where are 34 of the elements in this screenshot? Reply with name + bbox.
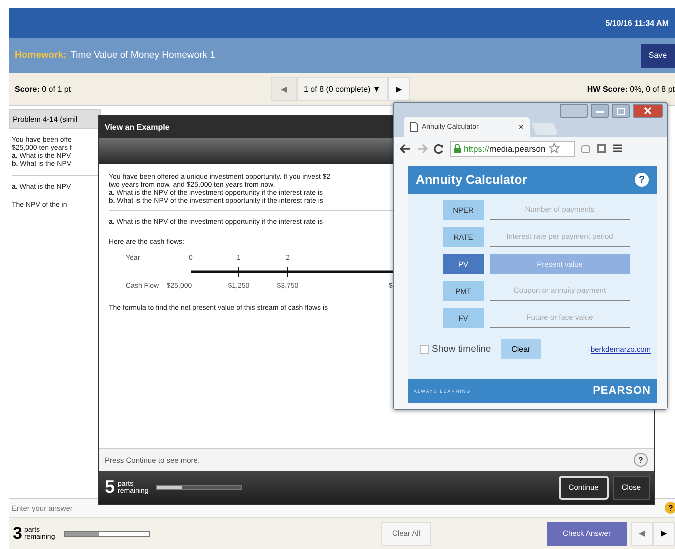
score-text: Score: 0 of 1 pt [15, 84, 72, 94]
close-icon[interactable] [633, 104, 663, 118]
help-icon[interactable]: ? [634, 453, 648, 467]
menu-icon[interactable] [613, 144, 622, 153]
parts-count: 3 [13, 524, 22, 544]
brand-name: PEARSON [593, 385, 651, 397]
lock-icon [454, 144, 461, 153]
calculator-title: Annuity Calculator [416, 173, 528, 187]
question-selector[interactable]: 1 of 8 (0 complete) ▼ [297, 77, 388, 101]
close-tab-icon[interactable]: × [518, 122, 524, 132]
parts-count: 5 [105, 477, 116, 498]
checkbox[interactable] [420, 344, 429, 354]
save-button[interactable]: Save [641, 44, 675, 68]
next-question-button[interactable]: ▶ [388, 77, 410, 101]
help-icon[interactable]: ? [635, 173, 649, 187]
previous-question-button[interactable]: ◀ [271, 77, 297, 101]
minimize-icon[interactable] [591, 104, 609, 118]
clear-button[interactable]: Clear [501, 339, 542, 359]
homework-score: HW Score: 0%, 0 of 8 pt [587, 84, 675, 94]
page-icon [410, 122, 418, 132]
help-icon[interactable]: ? [665, 502, 675, 514]
back-icon[interactable] [400, 144, 411, 154]
address-bar[interactable]: https://media.pearson [450, 140, 575, 156]
previous-button[interactable]: ◀ [631, 522, 653, 546]
dialog-title: View an Example [105, 122, 170, 132]
reload-icon[interactable] [434, 144, 444, 154]
checkbox-label[interactable]: Show timeline [432, 344, 492, 354]
homework-title: Time Value of Money Homework 1 [70, 50, 216, 61]
next-button[interactable]: ▶ [653, 522, 675, 546]
date-time: 5/10/16 11:34 AM [606, 18, 669, 28]
user-button[interactable] [560, 104, 588, 118]
maximize-icon[interactable] [612, 104, 630, 118]
homework-label: Homework: [15, 50, 67, 61]
star-icon[interactable] [548, 143, 560, 154]
